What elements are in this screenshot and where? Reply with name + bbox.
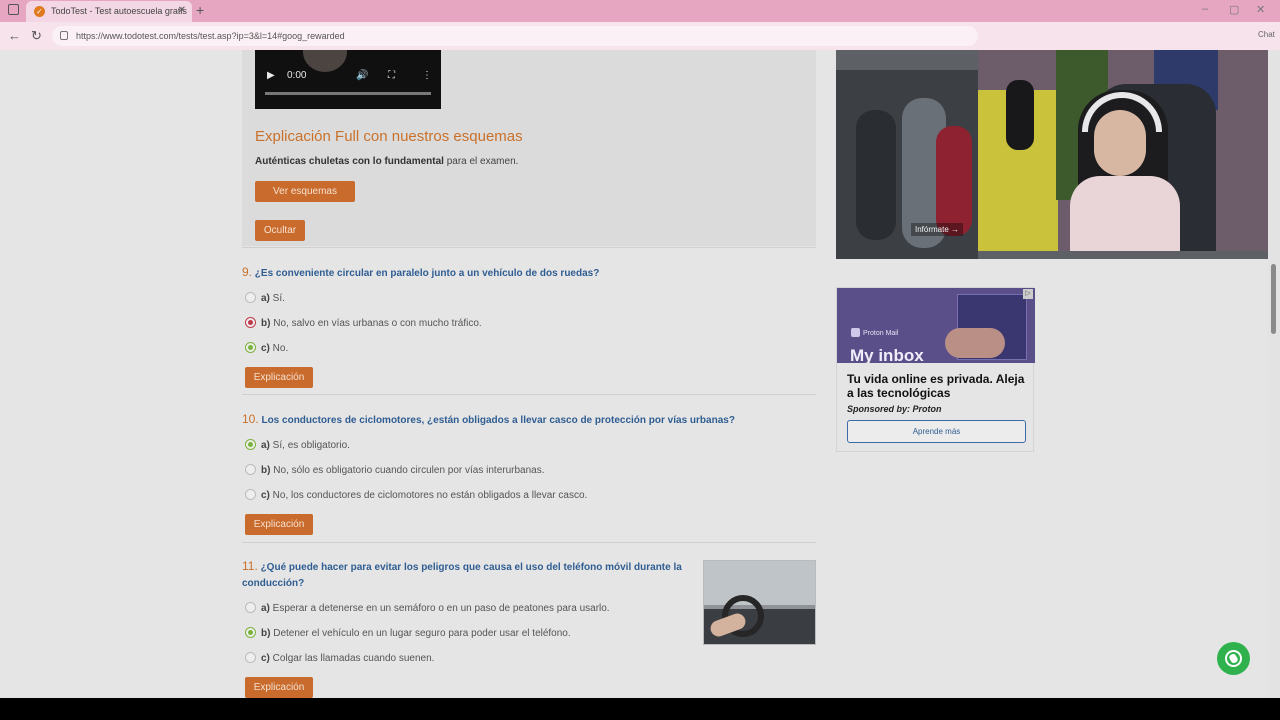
question-10-option-c[interactable]: c) No, los conductores de ciclomotores n… [245, 489, 587, 503]
todotest-favicon-icon: ✓ [34, 6, 45, 17]
option-letter: c) [261, 490, 270, 501]
radio-button-correct[interactable] [245, 439, 256, 450]
option-text: Esperar a detenerse en un semáforo o en … [269, 603, 610, 614]
proton-brand: Proton Mail [851, 328, 898, 337]
option-text: Detener el vehículo en un lugar seguro p… [270, 628, 571, 639]
video-time: 0:00 [287, 70, 307, 81]
description-rest: para el examen. [443, 156, 519, 167]
radio-button[interactable] [245, 489, 256, 500]
question-11-image [703, 560, 816, 645]
proton-ad[interactable]: Proton Mail My inbox ▷ Tu vida online es… [836, 287, 1035, 452]
explanation-description: Auténticas chuletas con lo fundamental p… [255, 156, 518, 167]
proton-ad-title[interactable]: Tu vida online es privada. Aleja a las t… [847, 372, 1027, 400]
tab-title: TodoTest - Test autoescuela gratis [51, 6, 187, 16]
radio-button[interactable] [245, 652, 256, 663]
bottom-bar [0, 698, 1280, 720]
explanation-full-title: Explicación Full con nuestros esquemas [255, 128, 523, 145]
proton-logo-icon [851, 328, 860, 337]
question-11-option-c[interactable]: c) Colgar las llamadas cuando suenen. [245, 652, 434, 666]
maximize-icon[interactable]: ▢ [1229, 3, 1239, 16]
ad-choices-icon[interactable]: ▷ [1023, 289, 1033, 299]
question-11-explanation-button[interactable]: Explicación [245, 677, 313, 698]
question-text: Los conductores de ciclomotores, ¿están … [261, 415, 735, 426]
volume-icon[interactable]: 🔊 [356, 70, 368, 81]
video-player[interactable]: ▶ 0:00 🔊 ⛶ ⋮ [255, 50, 441, 109]
option-letter: c) [261, 343, 270, 354]
divider [242, 542, 816, 543]
option-text: No, salvo en vías urbanas o con mucho tr… [270, 318, 482, 329]
radio-button-wrong[interactable] [245, 317, 256, 328]
informate-link[interactable]: Infórmate → [911, 223, 964, 236]
divider [242, 394, 816, 395]
radio-button[interactable] [245, 602, 256, 613]
option-text: Sí, es obligatorio. [269, 440, 350, 451]
fullscreen-icon[interactable]: ⛶ [388, 70, 395, 81]
learn-more-button[interactable]: Aprende más [847, 420, 1026, 443]
proton-brand-text: Proton Mail [863, 330, 899, 337]
page-content: ▶ 0:00 🔊 ⛶ ⋮ Explicación Full con nuestr… [0, 50, 1268, 698]
question-10-option-b[interactable]: b) No, sólo es obligatorio cuando circul… [245, 464, 545, 478]
divider [242, 247, 816, 248]
question-11-option-b[interactable]: b) Detener el vehículo en un lugar segur… [245, 627, 571, 641]
question-10-title: 10. Los conductores de ciclomotores, ¿es… [242, 411, 816, 429]
whatsapp-icon[interactable] [1217, 642, 1250, 675]
question-11-title: 11. ¿Qué puede hacer para evitar los pel… [242, 558, 690, 592]
microphone-icon [1006, 80, 1034, 150]
question-number: 9. [242, 265, 253, 279]
description-bold: Auténticas chuletas con lo fundamental [255, 156, 444, 167]
question-number: 11. [242, 559, 258, 573]
more-options-icon[interactable]: ⋮ [422, 70, 432, 81]
question-10-option-a[interactable]: a) Sí, es obligatorio. [245, 439, 350, 453]
option-letter: c) [261, 653, 270, 664]
sidebar-photo-ad[interactable]: Infórmate → [836, 50, 1268, 259]
option-text: No, sólo es obligatorio cuando circulen … [270, 465, 545, 476]
new-tab-button[interactable]: + [196, 2, 204, 18]
address-bar-row: ← ↻ https://www.todotest.com/tests/test.… [0, 22, 1280, 50]
url-field[interactable]: https://www.todotest.com/tests/test.asp?… [52, 26, 978, 46]
proton-image-headline: My inbox [850, 346, 924, 363]
window-menu-icon[interactable] [8, 4, 19, 15]
scrollbar-thumb[interactable] [1271, 264, 1276, 334]
option-letter: a) [261, 603, 270, 614]
question-text: ¿Qué puede hacer para evitar los peligro… [242, 562, 682, 589]
radio-button-correct[interactable] [245, 342, 256, 353]
option-text: No. [269, 343, 289, 354]
question-number: 10. [242, 412, 259, 426]
radio-button[interactable] [245, 464, 256, 475]
question-9-option-c[interactable]: c) No. [245, 342, 288, 356]
question-9-explanation-button[interactable]: Explicación [245, 367, 313, 388]
streamer-webcam-overlay [978, 50, 1268, 251]
option-text: Colgar las llamadas cuando suenen. [269, 653, 435, 664]
minimize-icon[interactable]: – [1202, 3, 1208, 15]
question-text: ¿Es conveniente circular en paralelo jun… [254, 268, 600, 279]
option-text: No, los conductores de ciclomotores no e… [269, 490, 588, 501]
question-11-option-a[interactable]: a) Esperar a detenerse en un semáforo o … [245, 602, 610, 616]
reload-icon[interactable]: ↻ [31, 28, 42, 44]
browser-tab[interactable]: ✓ TodoTest - Test autoescuela gratis ✕ [26, 1, 192, 22]
option-letter: a) [261, 440, 270, 451]
question-10-explanation-button[interactable]: Explicación [245, 514, 313, 535]
option-letter: a) [261, 293, 270, 304]
video-progress-bar[interactable] [265, 92, 431, 95]
proton-ad-image: Proton Mail My inbox ▷ [837, 288, 1035, 363]
proton-ad-sponsor: Sponsored by: Proton [847, 404, 942, 414]
play-icon[interactable]: ▶ [267, 70, 275, 81]
url-text: https://www.todotest.com/tests/test.asp?… [76, 31, 345, 41]
question-9-option-b[interactable]: b) No, salvo en vías urbanas o con mucho… [245, 317, 482, 331]
video-thumbnail-person [303, 50, 347, 72]
chat-label[interactable]: Chat [1258, 30, 1275, 39]
site-info-icon[interactable] [60, 31, 68, 40]
browser-tab-bar: ✓ TodoTest - Test autoescuela gratis ✕ +… [0, 0, 1280, 22]
page-scrollbar[interactable] [1268, 50, 1280, 698]
view-schemes-button[interactable]: Ver esquemas [255, 181, 355, 202]
radio-button[interactable] [245, 292, 256, 303]
question-9-option-a[interactable]: a) Sí. [245, 292, 285, 306]
radio-button-correct[interactable] [245, 627, 256, 638]
close-tab-icon[interactable]: ✕ [178, 5, 186, 16]
back-arrow-icon[interactable]: ← [8, 28, 21, 43]
close-window-icon[interactable]: ✕ [1256, 3, 1265, 16]
hide-button[interactable]: Ocultar [255, 220, 305, 241]
question-9-title: 9. ¿Es conveniente circular en paralelo … [242, 264, 816, 282]
option-text: Sí. [269, 293, 285, 304]
